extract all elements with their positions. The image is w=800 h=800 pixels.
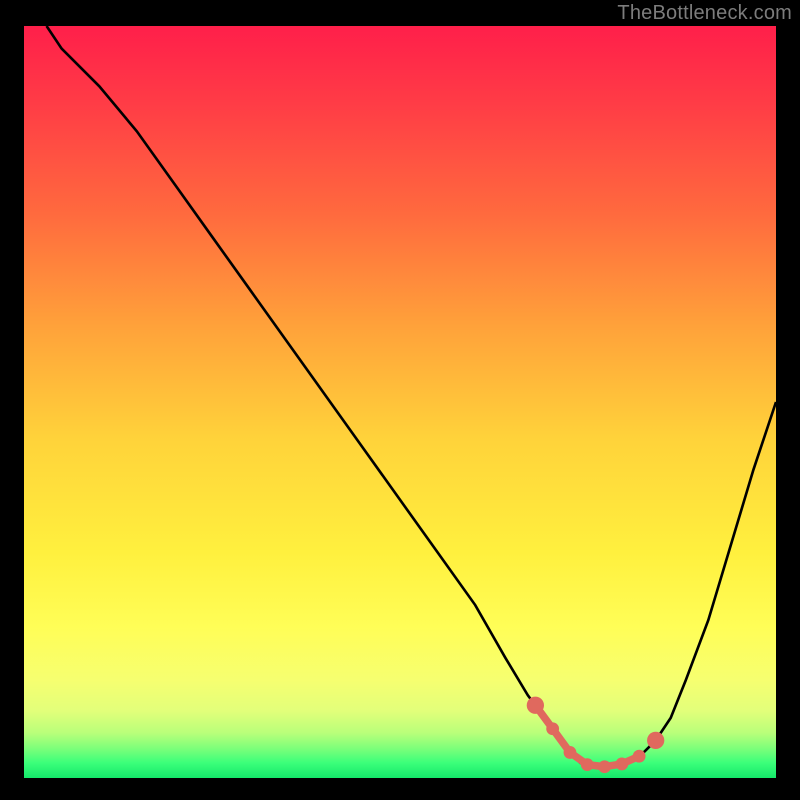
bottleneck-curve xyxy=(47,26,776,767)
valley-marker-end xyxy=(647,732,664,749)
valley-marker-end xyxy=(527,697,544,714)
valley-markers xyxy=(527,697,665,773)
chart-frame: TheBottleneck.com xyxy=(0,0,800,800)
chart-svg xyxy=(24,26,776,778)
plot-area xyxy=(24,26,776,778)
valley-marker-dot xyxy=(633,750,646,763)
watermark-text: TheBottleneck.com xyxy=(617,2,792,25)
